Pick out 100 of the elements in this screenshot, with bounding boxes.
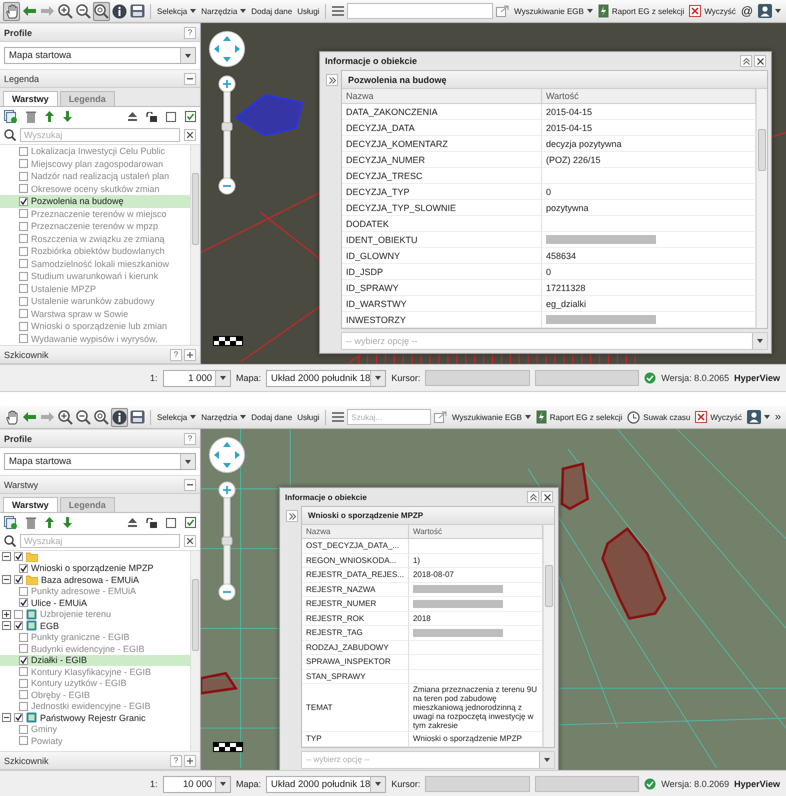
layer-row[interactable]: Punkty adresowe - EMUiA — [0, 586, 190, 597]
column-header[interactable]: Nazwa — [342, 89, 542, 104]
layer-checkbox[interactable] — [19, 146, 28, 156]
layer-row[interactable]: Ustalenie warunków zabudowy — [0, 295, 190, 308]
zoom-in-button[interactable] — [57, 408, 74, 426]
help-button[interactable]: ? — [184, 26, 196, 38]
layer-checkbox[interactable] — [19, 678, 28, 688]
menu-item[interactable]: Dodaj dane — [249, 408, 294, 426]
email-button[interactable]: @ — [738, 2, 755, 20]
clear-search-button[interactable] — [184, 535, 196, 547]
layer-checkbox[interactable] — [19, 196, 28, 206]
close-button[interactable] — [754, 55, 766, 67]
report-button[interactable]: Raport EG z selekcji — [596, 2, 686, 20]
collapse-button[interactable] — [527, 491, 539, 503]
layer-row[interactable]: Państwowy Rejestr Granic — [0, 712, 190, 724]
search-field[interactable] — [347, 3, 494, 19]
layer-row[interactable]: Działki - EGIB — [0, 654, 190, 666]
layer-checkbox[interactable] — [19, 184, 28, 194]
layer-checkbox[interactable] — [19, 632, 28, 642]
layer-checkbox[interactable] — [14, 713, 23, 722]
layer-checkbox[interactable] — [19, 259, 28, 268]
collapse-button[interactable] — [184, 478, 196, 490]
close-button[interactable] — [541, 491, 553, 503]
collapse-icon[interactable] — [2, 552, 11, 562]
print-button[interactable] — [129, 408, 146, 426]
menu-item[interactable]: Usługi — [295, 2, 322, 20]
info-button[interactable] — [111, 408, 128, 426]
layer-checkbox[interactable] — [19, 724, 28, 734]
layer-row[interactable]: Przeznaczenie terenów w mpzp — [0, 220, 190, 232]
layer-row[interactable]: Gminy — [0, 724, 190, 735]
layer-row[interactable]: Budynki ewidencyjne - EGIB — [0, 643, 190, 654]
info-button[interactable] — [111, 2, 128, 20]
scale-field[interactable]: 10 000 — [162, 776, 232, 792]
expand-icon[interactable] — [2, 610, 11, 619]
layer-row[interactable]: Roszczenia w związku ze zmianą — [0, 232, 190, 245]
layer-checkbox[interactable] — [14, 610, 23, 619]
layer-row[interactable]: Jednostki ewidencyjne - EGIB — [0, 700, 190, 712]
scrollbar[interactable] — [543, 525, 554, 746]
layer-checkbox[interactable] — [14, 575, 23, 584]
layer-checkbox[interactable] — [14, 552, 23, 562]
help-button[interactable]: ? — [170, 754, 182, 766]
scale-field[interactable]: 1 000 — [162, 370, 232, 386]
layer-checkbox[interactable] — [19, 322, 28, 331]
layer-checkbox[interactable] — [19, 172, 28, 181]
aerial-map-placeholder[interactable] — [201, 23, 786, 364]
pan-control[interactable] — [209, 437, 245, 473]
clear-button[interactable]: Wyczyść — [687, 2, 738, 20]
layer-row[interactable]: Studium uwarunkowań i kierunk — [0, 270, 190, 282]
dropdown-button[interactable]: Wyszukiwanie EGB — [512, 2, 595, 20]
layer-checkbox[interactable] — [19, 334, 28, 344]
projection-select[interactable]: Układ 2000 południk 18 — [266, 776, 386, 792]
more-button[interactable]: » — [772, 408, 783, 426]
collapse-icon[interactable] — [2, 575, 11, 584]
collapse-button[interactable] — [184, 72, 196, 84]
layer-checkbox[interactable] — [19, 209, 28, 218]
layer-checkbox[interactable] — [19, 702, 28, 711]
layer-checkbox[interactable] — [19, 246, 28, 256]
layer-checkbox[interactable] — [19, 272, 28, 281]
menu-item[interactable]: Narzędzia — [199, 2, 248, 20]
collapse-button[interactable] — [740, 55, 752, 67]
layer-row[interactable]: Wnioski o sporządzenie MPZP — [0, 562, 190, 574]
layer-checkbox[interactable] — [19, 598, 28, 608]
layer-row[interactable]: Ulice - EMUiA — [0, 597, 190, 608]
layer-checkbox[interactable] — [19, 284, 28, 294]
layer-checkbox[interactable] — [14, 621, 23, 630]
layer-row[interactable]: Powiaty — [0, 735, 190, 746]
scrollbar[interactable] — [756, 89, 767, 328]
clear-search-button[interactable] — [184, 129, 196, 141]
layer-row[interactable]: Uzbrojenie terenu — [0, 608, 190, 620]
menu-item[interactable]: Narzędzia — [199, 408, 248, 426]
zoom-out-button[interactable] — [75, 2, 92, 20]
layer-row[interactable]: Pozwolenia na budowę — [0, 195, 190, 208]
user-menu-button[interactable] — [756, 2, 783, 20]
layer-checkbox[interactable] — [19, 644, 28, 654]
profile-select[interactable]: Mapa startowa — [4, 453, 196, 470]
layer-checkbox[interactable] — [19, 564, 28, 573]
print-button[interactable] — [129, 2, 146, 20]
zoom-out-button[interactable] — [75, 408, 92, 426]
dropdown-button[interactable]: Wyszukiwanie EGB — [450, 408, 533, 426]
layer-row[interactable]: Nadzór nad realizacją ustaleń plan — [0, 170, 190, 182]
menu-item[interactable]: Selekcja — [155, 408, 198, 426]
profile-select[interactable]: Mapa startowa — [4, 47, 196, 64]
search-field[interactable]: Szukaj... — [347, 409, 432, 425]
zoom-slider[interactable] — [217, 481, 237, 601]
expand-button[interactable] — [184, 348, 196, 360]
layer-row[interactable]: Warstwa spraw w Sowie — [0, 308, 190, 320]
layer-row[interactable]: Kontury użytków - EGIB — [0, 678, 190, 689]
layer-row[interactable]: Miejscowy plan zagospodarowan — [0, 158, 190, 170]
layer-checkbox[interactable] — [19, 296, 28, 306]
layer-search-field[interactable]: Wyszukaj — [20, 128, 180, 142]
expand-button[interactable] — [184, 754, 196, 766]
menu-item[interactable]: Dodaj dane — [249, 2, 294, 20]
layer-checkbox[interactable] — [19, 586, 28, 596]
tab[interactable]: Warstwy — [3, 91, 58, 106]
layer-row[interactable]: Kontury Klasyfikacyjne - EGIB — [0, 666, 190, 678]
tab[interactable]: Warstwy — [3, 497, 58, 512]
layer-checkbox[interactable] — [19, 159, 28, 168]
collapse-icon[interactable] — [2, 713, 11, 722]
layer-checkbox[interactable] — [19, 222, 28, 231]
time-slider-button[interactable]: Suwak czasu — [625, 408, 692, 426]
